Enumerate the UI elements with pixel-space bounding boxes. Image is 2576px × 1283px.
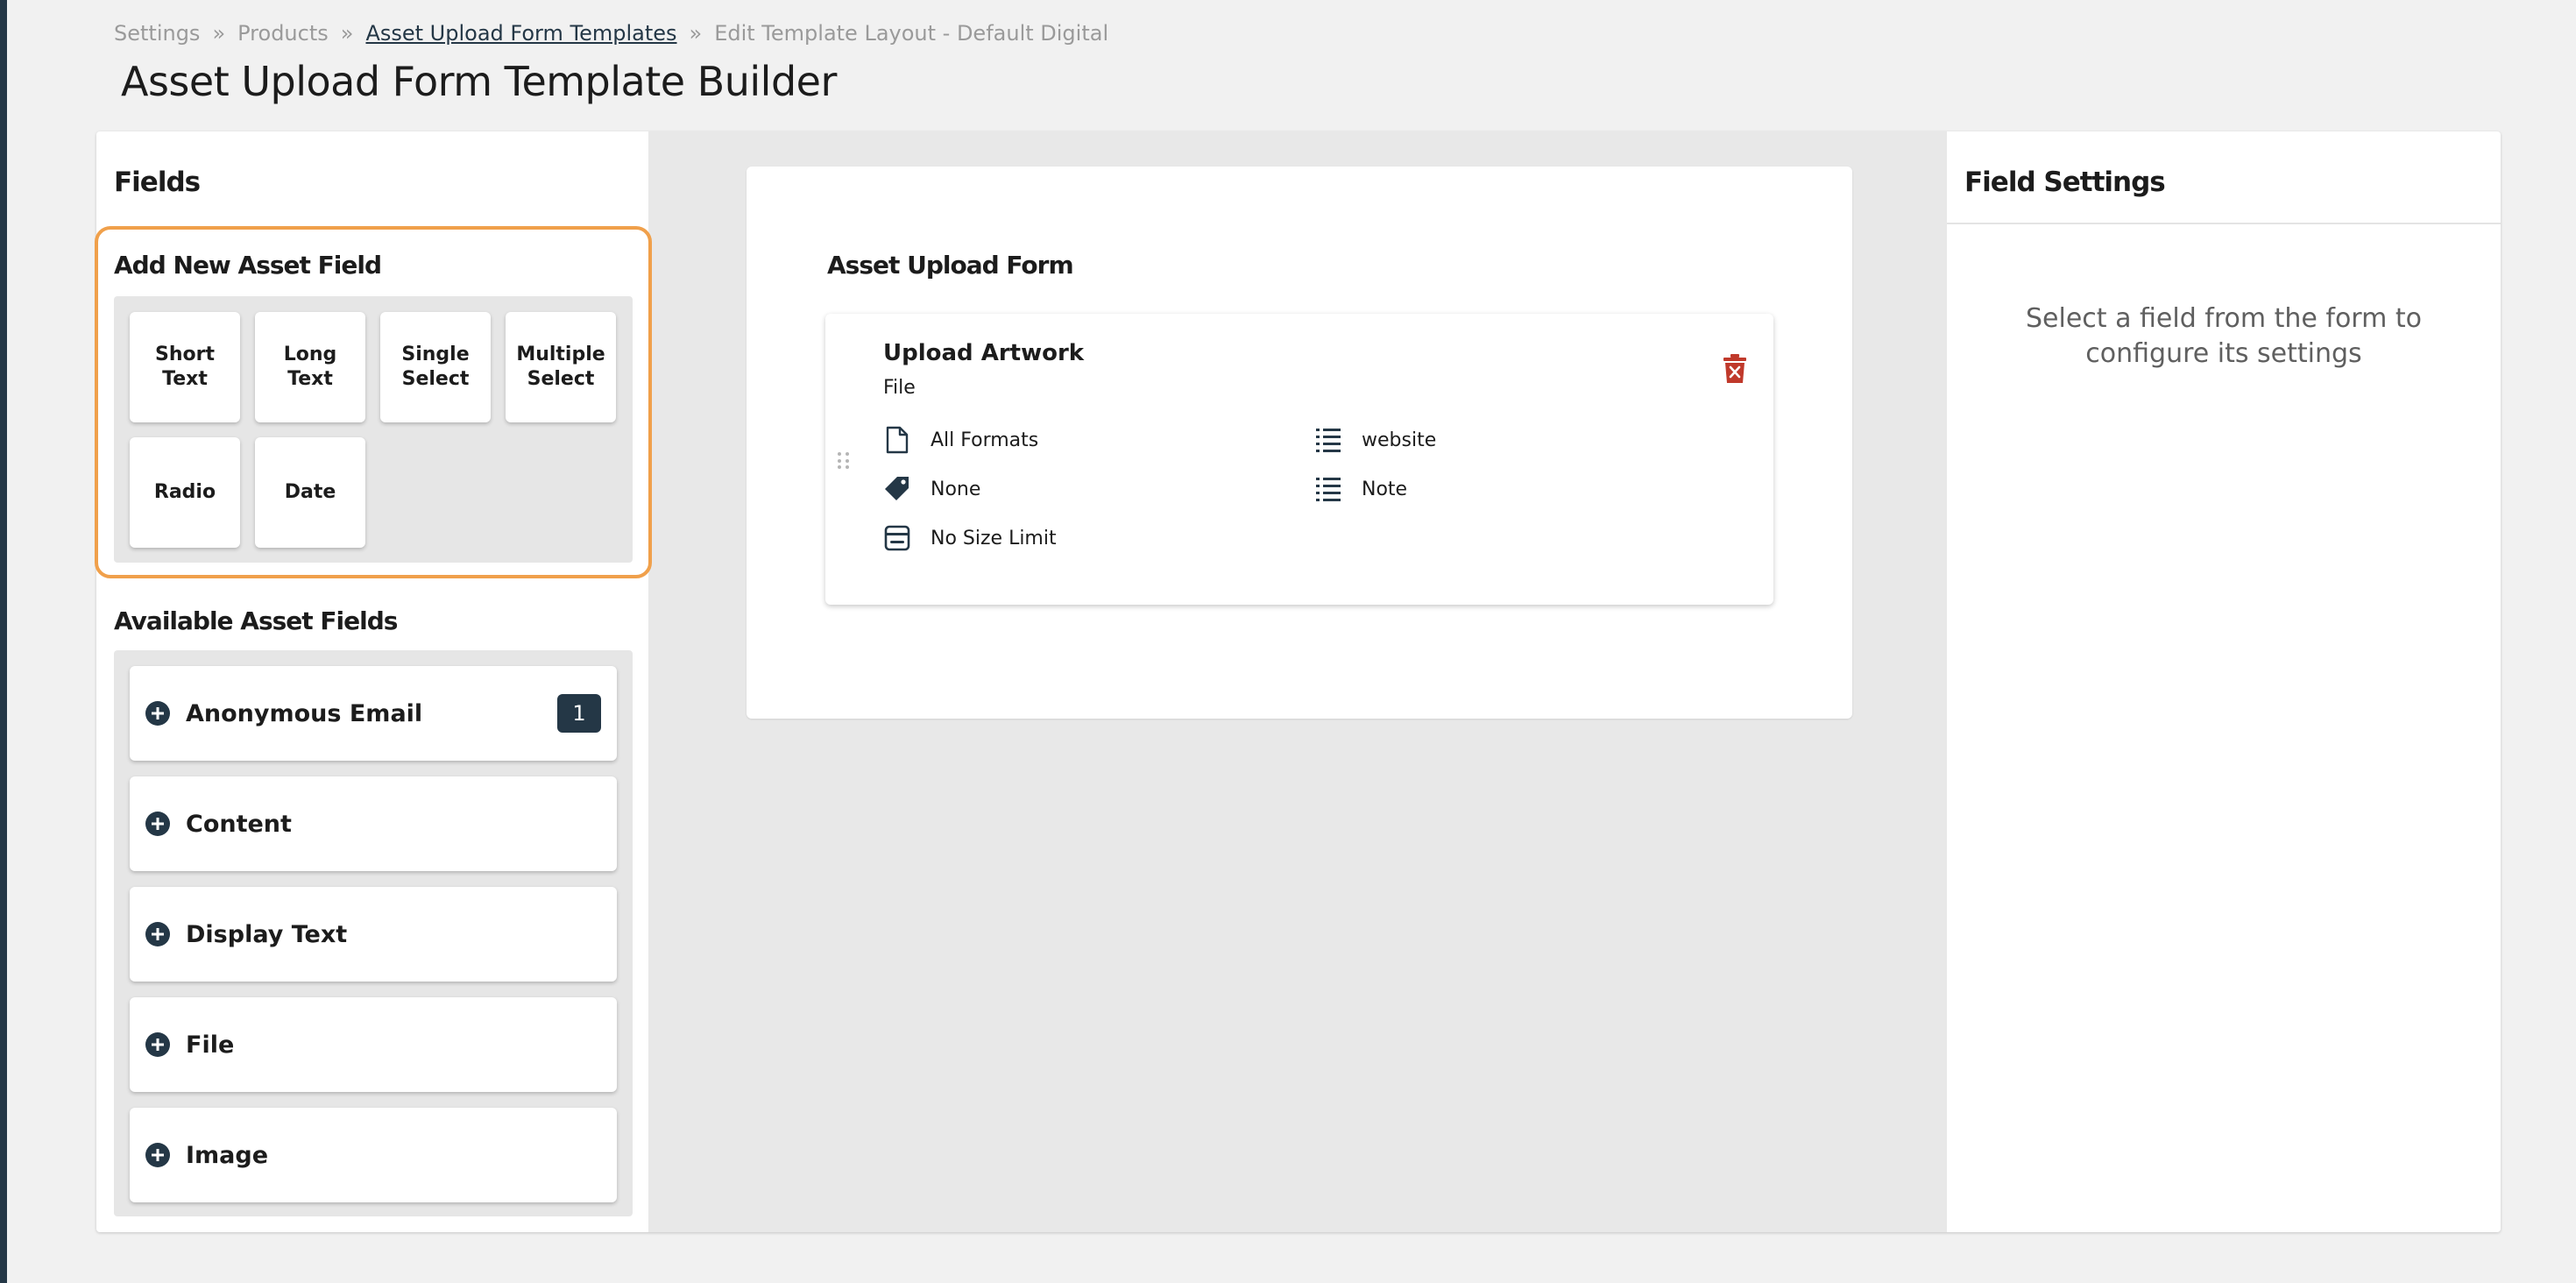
available-field-label: Display Text <box>186 920 348 948</box>
breadcrumb-asset-upload-form-templates[interactable]: Asset Upload Form Templates <box>365 21 676 46</box>
available-field-image[interactable]: Image <box>130 1108 617 1202</box>
list-property-note: Note <box>1314 475 1407 503</box>
fields-panel-heading: Fields <box>114 167 201 198</box>
plus-circle-icon <box>145 812 170 836</box>
builder-workspace: Fields Add New Asset Field Short Text Lo… <box>95 131 2501 1232</box>
property-text: None <box>931 478 981 500</box>
breadcrumb-settings[interactable]: Settings <box>114 21 200 46</box>
plus-circle-icon <box>145 701 170 726</box>
field-type-short-text[interactable]: Short Text <box>130 312 240 422</box>
available-field-anonymous-email[interactable]: Anonymous Email 1 <box>130 666 617 761</box>
form-title: Asset Upload Form <box>827 251 1074 280</box>
property-text: Note <box>1362 478 1408 500</box>
available-field-label: File <box>186 1031 235 1059</box>
property-text: All Formats <box>931 429 1039 451</box>
plus-circle-icon <box>145 1143 170 1167</box>
list-property-website: website <box>1314 426 1436 454</box>
available-field-display-text[interactable]: Display Text <box>130 887 617 982</box>
form-canvas: Asset Upload Form Upload Artwork File Al… <box>747 167 1852 719</box>
fields-panel: Fields Add New Asset Field Short Text Lo… <box>95 131 652 1232</box>
breadcrumb-separator: » <box>689 21 703 46</box>
form-field-card[interactable]: Upload Artwork File All Formats None No … <box>825 314 1773 605</box>
property-text: No Size Limit <box>931 527 1057 549</box>
field-type-long-text[interactable]: Long Text <box>255 312 365 422</box>
form-field-type: File <box>883 377 916 399</box>
list-icon <box>1314 475 1342 503</box>
available-field-label: Image <box>186 1141 269 1169</box>
list-icon <box>1314 426 1342 454</box>
field-settings-panel: Field Settings Select a field from the f… <box>1947 131 2501 1232</box>
breadcrumb-separator: » <box>340 21 354 46</box>
available-field-file[interactable]: File <box>130 997 617 1092</box>
plus-circle-icon <box>145 922 170 946</box>
tag-icon <box>883 475 911 503</box>
usage-count-badge: 1 <box>557 694 601 733</box>
plus-circle-icon <box>145 1032 170 1057</box>
breadcrumb-products[interactable]: Products <box>237 21 329 46</box>
size-limit-property: No Size Limit <box>883 524 1057 552</box>
field-type-radio[interactable]: Radio <box>130 437 240 548</box>
property-text: website <box>1362 429 1437 451</box>
file-icon <box>883 426 911 454</box>
add-new-field-title: Add New Asset Field <box>114 251 382 280</box>
tag-property: None <box>883 475 980 503</box>
storage-icon <box>883 524 911 552</box>
breadcrumb: Settings » Products » Asset Upload Form … <box>114 21 1108 46</box>
form-field-name: Upload Artwork <box>883 340 1085 366</box>
left-rail <box>0 0 7 1283</box>
field-settings-heading: Field Settings <box>1964 167 2166 198</box>
available-field-content[interactable]: Content <box>130 776 617 871</box>
available-field-label: Content <box>186 810 292 838</box>
available-fields-title: Available Asset Fields <box>114 606 398 635</box>
field-type-single-select[interactable]: Single Select <box>380 312 491 422</box>
page-title: Asset Upload Form Template Builder <box>121 58 837 105</box>
settings-empty-message: Select a field from the form to configur… <box>2026 303 2422 369</box>
file-formats-property: All Formats <box>883 426 1038 454</box>
breadcrumb-current: Edit Template Layout - Default Digital <box>714 21 1109 46</box>
field-type-date[interactable]: Date <box>255 437 365 548</box>
delete-trash-icon[interactable] <box>1723 354 1747 384</box>
divider <box>1947 223 2501 224</box>
field-type-multiple-select[interactable]: Multiple Select <box>506 312 616 422</box>
drag-handle-icon[interactable] <box>838 452 850 470</box>
available-field-label: Anonymous Email <box>186 699 423 727</box>
breadcrumb-separator: » <box>212 21 226 46</box>
